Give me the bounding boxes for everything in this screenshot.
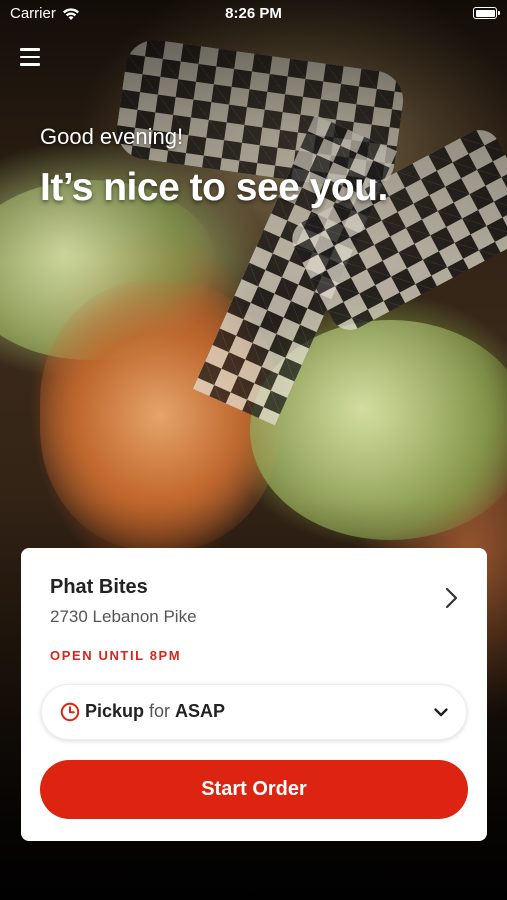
headline-text: It’s nice to see you. xyxy=(40,166,388,209)
store-card: Phat Bites 2730 Lebanon Pike OPEN UNTIL … xyxy=(21,548,487,841)
start-order-button[interactable]: Start Order xyxy=(40,760,468,819)
chevron-down-icon xyxy=(434,708,448,717)
order-mode-selector[interactable]: Pickup for ASAP xyxy=(41,684,467,740)
status-bar: Carrier 8:26 PM xyxy=(0,0,507,28)
hamburger-menu-icon[interactable] xyxy=(20,48,42,68)
order-mode-label: Pickup for ASAP xyxy=(85,701,225,722)
status-time: 8:26 PM xyxy=(225,5,282,22)
battery-icon xyxy=(473,7,500,19)
chevron-right-icon[interactable] xyxy=(439,586,463,610)
home-screen: Carrier 8:26 PM Good evening! It’s nice … xyxy=(0,0,507,900)
store-address: 2730 Lebanon Pike xyxy=(50,607,197,626)
clock-icon xyxy=(60,702,80,722)
greeting-text: Good evening! xyxy=(40,124,184,149)
order-mode-value: Pickup xyxy=(85,701,145,721)
store-name[interactable]: Phat Bites xyxy=(50,576,148,599)
order-mode-connector: for xyxy=(149,701,171,721)
store-hours-badge: OPEN UNTIL 8PM xyxy=(50,648,182,663)
order-time-value: ASAP xyxy=(175,701,226,721)
